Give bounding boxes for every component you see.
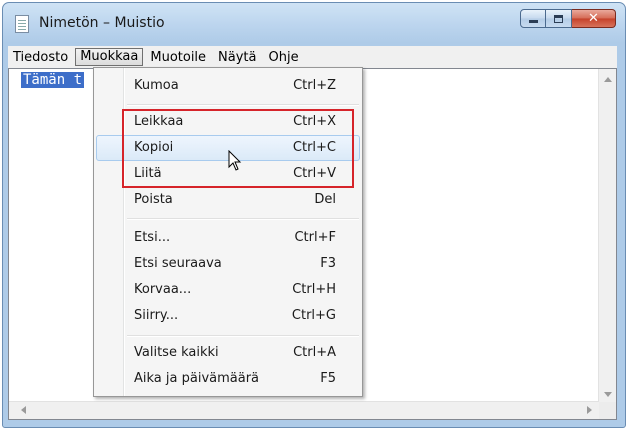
menu-item-label: Kumoa <box>134 78 179 93</box>
title-bar[interactable]: Nimetön – Muistio ✕ <box>3 3 625 41</box>
scroll-down-arrow-icon[interactable] <box>604 392 612 397</box>
mouse-pointer-icon <box>228 150 242 171</box>
menu-item-replace[interactable]: Korvaa... Ctrl+H <box>96 277 360 303</box>
notepad-icon <box>15 15 29 33</box>
window-title: Nimetön – Muistio <box>39 15 165 31</box>
menu-edit[interactable]: Muokkaa <box>75 48 144 66</box>
menu-item-label: Korvaa... <box>134 282 192 297</box>
menu-item-shortcut: Del <box>314 192 336 207</box>
menu-item-label: Etsi... <box>134 230 171 245</box>
menu-separator <box>127 218 359 219</box>
menu-view[interactable]: Näytä <box>213 48 261 66</box>
close-icon: ✕ <box>588 11 599 26</box>
scrollbar-corner <box>599 402 616 419</box>
menu-item-go-to[interactable]: Siirry... Ctrl+G <box>96 303 360 329</box>
menu-item-label: Siirry... <box>134 308 179 323</box>
menu-item-select-all[interactable]: Valitse kaikki Ctrl+A <box>96 340 360 366</box>
menu-item-shortcut: Ctrl+Z <box>293 78 336 93</box>
scroll-right-arrow-icon[interactable] <box>587 406 592 414</box>
minimize-icon <box>528 20 538 23</box>
menu-item-shortcut: Ctrl+F <box>294 230 336 245</box>
menu-file[interactable]: Tiedosto <box>8 48 73 66</box>
vertical-scrollbar[interactable] <box>598 69 616 403</box>
close-button[interactable]: ✕ <box>572 9 616 28</box>
menu-item-label: Valitse kaikki <box>134 345 219 360</box>
menu-item-find-next[interactable]: Etsi seuraava F3 <box>96 251 360 277</box>
caption-buttons: ✕ <box>520 9 616 29</box>
menu-separator <box>127 335 359 336</box>
highlight-box <box>122 109 354 188</box>
menu-help[interactable]: Ohje <box>264 48 304 66</box>
menu-item-time-date[interactable]: Aika ja päivämäärä F5 <box>96 366 360 392</box>
menu-item-shortcut: Ctrl+G <box>291 308 336 323</box>
menu-item-shortcut: Ctrl+H <box>292 282 336 297</box>
menu-item-delete[interactable]: Poista Del <box>96 187 360 213</box>
menu-item-shortcut: F3 <box>320 256 336 271</box>
menu-item-shortcut: F5 <box>320 371 336 386</box>
menu-item-undo[interactable]: Kumoa Ctrl+Z <box>96 73 360 99</box>
selected-text[interactable]: Tämän t <box>21 72 85 88</box>
menu-separator <box>127 104 359 105</box>
menu-item-shortcut: Ctrl+A <box>293 345 336 360</box>
menu-item-label: Etsi seuraava <box>134 256 222 271</box>
scroll-up-arrow-icon[interactable] <box>604 77 612 82</box>
menu-item-label: Poista <box>134 192 173 207</box>
maximize-icon <box>554 14 563 23</box>
maximize-button[interactable] <box>546 9 572 28</box>
horizontal-scrollbar[interactable] <box>9 401 599 419</box>
minimize-button[interactable] <box>520 9 546 28</box>
menu-bar: Tiedosto Muokkaa Muotoile Näytä Ohje <box>8 46 617 68</box>
scroll-left-arrow-icon[interactable] <box>21 406 26 414</box>
menu-format[interactable]: Muotoile <box>145 48 211 66</box>
menu-item-find[interactable]: Etsi... Ctrl+F <box>96 225 360 251</box>
menu-item-label: Aika ja päivämäärä <box>134 371 260 386</box>
